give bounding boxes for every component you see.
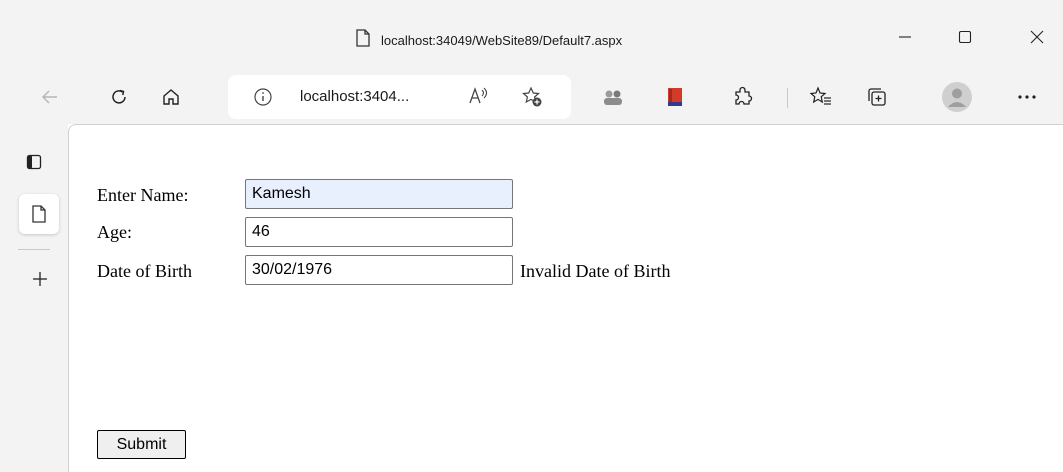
extension-avatar-button[interactable] <box>598 82 628 112</box>
submit-button[interactable]: Submit <box>97 430 186 459</box>
more-icon <box>1018 95 1036 99</box>
refresh-button[interactable] <box>104 82 134 112</box>
favorites-button[interactable] <box>806 82 836 112</box>
profile-icon <box>942 82 972 112</box>
page-tab-icon <box>32 205 46 223</box>
extension-avatar-icon <box>604 90 622 105</box>
vertical-tab-strip <box>0 124 68 472</box>
extensions-icon <box>735 86 753 105</box>
dob-error-message: Invalid Date of Birth <box>520 261 671 281</box>
name-input[interactable]: Kamesh <box>245 179 513 209</box>
back-icon <box>42 90 57 104</box>
page-content: Enter Name: Kamesh Age: 46 Date of Birth… <box>68 124 1063 472</box>
title-bar: localhost:34049/WebSite89/Default7.aspx <box>0 0 1063 72</box>
collections-button[interactable] <box>862 82 892 112</box>
age-input[interactable]: 46 <box>245 217 513 247</box>
tab-actions-button[interactable] <box>14 142 54 182</box>
home-icon <box>163 89 179 105</box>
page-icon <box>355 28 371 52</box>
favorites-icon <box>809 86 831 105</box>
home-button[interactable] <box>156 82 186 112</box>
info-icon[interactable] <box>253 87 273 112</box>
minimize-button[interactable] <box>882 22 928 52</box>
maximize-icon <box>958 30 972 44</box>
sidebar-divider <box>18 249 50 250</box>
minimize-icon <box>899 36 911 38</box>
age-label: Age: <box>97 222 132 242</box>
dob-label: Date of Birth <box>97 261 192 281</box>
window-title: localhost:34049/WebSite89/Default7.aspx <box>381 32 623 48</box>
maximize-button[interactable] <box>942 22 988 52</box>
extension-book-button[interactable] <box>660 82 690 112</box>
more-button[interactable] <box>1012 82 1042 112</box>
back-button[interactable] <box>35 82 65 112</box>
name-label: Enter Name: <box>97 185 189 205</box>
dob-input[interactable]: 30/02/1976 <box>245 255 513 285</box>
extension-book-icon <box>668 88 682 106</box>
browser-toolbar: localhost:3404... <box>0 72 1063 124</box>
new-tab-button[interactable] <box>20 259 60 299</box>
close-icon <box>1030 30 1044 44</box>
read-aloud-icon[interactable] <box>468 86 490 111</box>
new-tab-icon <box>33 272 47 286</box>
address-text[interactable]: localhost:3404... <box>300 88 409 105</box>
extensions-button[interactable] <box>728 82 758 112</box>
add-favorite-icon[interactable] <box>521 86 543 113</box>
address-bar[interactable]: localhost:3404... <box>228 75 571 119</box>
refresh-icon <box>112 89 126 104</box>
window-title-group: localhost:34049/WebSite89/Default7.aspx <box>355 28 622 52</box>
collections-icon <box>868 88 886 106</box>
profile-button[interactable] <box>942 82 972 112</box>
tab-actions-icon <box>26 154 42 170</box>
sidebar-tab-page[interactable] <box>19 194 59 234</box>
toolbar-separator <box>787 88 788 108</box>
close-button[interactable] <box>1014 22 1060 52</box>
